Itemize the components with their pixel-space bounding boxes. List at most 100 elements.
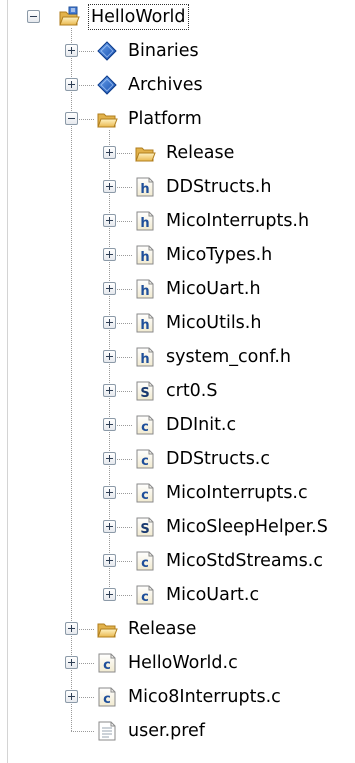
- tree-item-label: MicoUart.c: [166, 585, 260, 605]
- header-file-icon: h: [134, 176, 156, 198]
- svg-text:c: c: [103, 658, 111, 673]
- diamond-icon: [96, 40, 118, 62]
- tree-item-platform-child-0[interactable]: Release: [0, 136, 355, 170]
- tree-item-root[interactable]: HelloWorld: [0, 0, 355, 34]
- c-file-icon: c: [134, 414, 156, 436]
- tree-item-label: MicoSleepHelper.S: [166, 517, 328, 537]
- tree-item-label: MicoUart.h: [166, 279, 261, 299]
- collapse-toggle-icon[interactable]: [65, 112, 78, 125]
- tree-item-mico8interrupts-c[interactable]: c Mico8Interrupts.c: [0, 680, 355, 714]
- tree-item-label: user.pref: [128, 721, 205, 741]
- expand-toggle-icon[interactable]: [103, 146, 116, 159]
- c-file-icon: c: [134, 448, 156, 470]
- expand-toggle-icon[interactable]: [103, 316, 116, 329]
- svg-text:c: c: [141, 420, 149, 435]
- open-folder-icon: [96, 618, 118, 640]
- c-file-icon: c: [134, 550, 156, 572]
- tree-item-platform-child-5[interactable]: h MicoUtils.h: [0, 306, 355, 340]
- tree-item-platform-child-7[interactable]: Scrt0.S: [0, 374, 355, 408]
- tree-item-label: DDStructs.h: [166, 177, 272, 197]
- tree-item-platform-child-6[interactable]: h system_conf.h: [0, 340, 355, 374]
- expand-toggle-icon[interactable]: [103, 248, 116, 261]
- tree-item-platform-child-11[interactable]: S MicoSleepHelper.S: [0, 510, 355, 544]
- expand-toggle-icon[interactable]: [103, 350, 116, 363]
- tree-item-label: MicoStdStreams.c: [166, 551, 323, 571]
- tree-item-label: HelloWorld.c: [128, 653, 238, 673]
- tree-item-label: Binaries: [128, 41, 199, 61]
- svg-text:h: h: [140, 284, 149, 299]
- tree-item-label: DDStructs.c: [166, 449, 270, 469]
- expand-toggle-icon[interactable]: [103, 214, 116, 227]
- diamond-icon: [96, 74, 118, 96]
- tree-item-label: DDInit.c: [166, 415, 237, 435]
- expand-toggle-icon[interactable]: [103, 452, 116, 465]
- expand-toggle-icon[interactable]: [65, 622, 78, 635]
- tree-item-label: Platform: [128, 109, 202, 129]
- tree-item-label: MicoInterrupts.c: [166, 483, 308, 503]
- tree-item-platform-child-8[interactable]: c DDInit.c: [0, 408, 355, 442]
- tree-item-platform-child-12[interactable]: c MicoStdStreams.c: [0, 544, 355, 578]
- open-folder-icon: [96, 108, 118, 130]
- tree-item-label: Archives: [128, 75, 203, 95]
- tree-item-user-pref[interactable]: user.pref: [0, 714, 355, 748]
- assembly-file-icon: S: [134, 380, 156, 402]
- tree-item-label: crt0.S: [166, 381, 218, 401]
- svg-text:c: c: [141, 488, 149, 503]
- collapse-toggle-icon[interactable]: [27, 10, 40, 23]
- expand-toggle-icon[interactable]: [103, 520, 116, 533]
- expand-toggle-icon[interactable]: [65, 44, 78, 57]
- tree-item-label: MicoTypes.h: [166, 245, 273, 265]
- text-file-icon: [96, 720, 118, 742]
- tree-item-archives[interactable]: Archives: [0, 68, 355, 102]
- expand-toggle-icon[interactable]: [103, 588, 116, 601]
- project-explorer-tree: HelloWorld Binaries Archives Platform Releas…: [0, 0, 355, 763]
- c-file-icon: c: [134, 482, 156, 504]
- tree-item-label: HelloWorld: [88, 4, 189, 30]
- c-file-icon: c: [96, 652, 118, 674]
- tree-connector: [71, 731, 94, 732]
- svg-text:h: h: [140, 182, 149, 197]
- tree-item-platform-child-1[interactable]: h DDStructs.h: [0, 170, 355, 204]
- tree-item-platform[interactable]: Platform: [0, 102, 355, 136]
- expand-toggle-icon[interactable]: [65, 78, 78, 91]
- svg-text:S: S: [140, 522, 149, 537]
- header-file-icon: h: [134, 312, 156, 334]
- expand-toggle-icon[interactable]: [65, 690, 78, 703]
- svg-text:h: h: [140, 250, 149, 265]
- svg-text:S: S: [140, 386, 149, 401]
- svg-text:h: h: [140, 352, 149, 367]
- tree-item-release[interactable]: Release: [0, 612, 355, 646]
- tree-item-label: Release: [166, 143, 235, 163]
- project-folder-icon: [58, 6, 80, 28]
- header-file-icon: h: [134, 244, 156, 266]
- tree-item-platform-child-3[interactable]: h MicoTypes.h: [0, 238, 355, 272]
- expand-toggle-icon[interactable]: [103, 418, 116, 431]
- svg-text:c: c: [141, 454, 149, 469]
- tree-item-platform-child-10[interactable]: c MicoInterrupts.c: [0, 476, 355, 510]
- tree-item-binaries[interactable]: Binaries: [0, 34, 355, 68]
- assembly-file-icon: S: [134, 516, 156, 538]
- expand-toggle-icon[interactable]: [103, 384, 116, 397]
- tree-item-platform-child-13[interactable]: c MicoUart.c: [0, 578, 355, 612]
- svg-text:h: h: [140, 216, 149, 231]
- c-file-icon: c: [96, 686, 118, 708]
- expand-toggle-icon[interactable]: [103, 282, 116, 295]
- tree-item-label: Mico8Interrupts.c: [128, 687, 281, 707]
- expand-toggle-icon[interactable]: [103, 554, 116, 567]
- tree-item-platform-child-9[interactable]: c DDStructs.c: [0, 442, 355, 476]
- header-file-icon: h: [134, 210, 156, 232]
- expand-toggle-icon[interactable]: [103, 180, 116, 193]
- svg-text:c: c: [141, 556, 149, 571]
- expand-toggle-icon[interactable]: [65, 656, 78, 669]
- tree-item-label: MicoUtils.h: [166, 313, 262, 333]
- expand-toggle-icon[interactable]: [103, 486, 116, 499]
- open-folder-icon: [134, 142, 156, 164]
- tree-item-helloworld-c[interactable]: c HelloWorld.c: [0, 646, 355, 680]
- tree-item-platform-child-2[interactable]: h MicoInterrupts.h: [0, 204, 355, 238]
- tree-item-label: MicoInterrupts.h: [166, 211, 310, 231]
- tree-item-label: system_conf.h: [166, 347, 291, 367]
- svg-text:c: c: [103, 692, 111, 707]
- header-file-icon: h: [134, 278, 156, 300]
- tree-item-platform-child-4[interactable]: h MicoUart.h: [0, 272, 355, 306]
- header-file-icon: h: [134, 346, 156, 368]
